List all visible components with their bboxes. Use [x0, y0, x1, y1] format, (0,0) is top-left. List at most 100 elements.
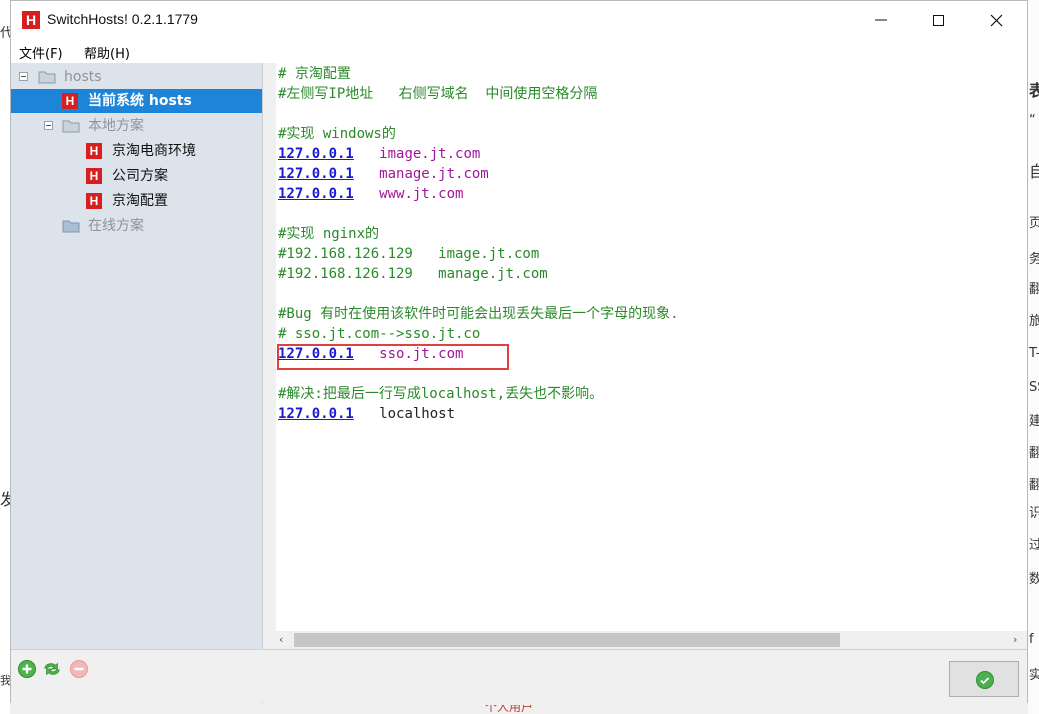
hostname-text: image.jt.com: [379, 146, 481, 162]
hostname-text: manage.jt.com: [379, 166, 489, 182]
hostname-text: sso.jt.com: [379, 346, 464, 362]
bg-text: 表: [1029, 81, 1039, 100]
hosts-h-icon: H: [86, 193, 102, 209]
hosts-line: #解决:把最后一行写成localhost,丢失也不影响。: [278, 384, 603, 404]
hosts-line: #左侧写IP地址 右侧写域名 中间使用空格分隔: [278, 84, 597, 104]
window-title: SwitchHosts! 0.2.1.1779: [47, 11, 198, 27]
bg-text: 代: [0, 26, 10, 41]
background-left-strip: 代 发 我: [0, 0, 10, 714]
apply-button[interactable]: [949, 661, 1019, 697]
tree-node-label: hosts: [64, 69, 102, 85]
folder-icon: [62, 120, 80, 133]
maximize-icon: [933, 15, 944, 26]
comment-text: #解决:把最后一行写成localhost,丢失也不影响。: [278, 386, 604, 402]
ip-address-link[interactable]: 127.0.0.1: [278, 406, 354, 422]
tree-node-label: 京淘电商环境: [112, 143, 196, 159]
minimize-icon: [875, 19, 887, 21]
tree-node-label: 京淘配置: [112, 193, 168, 209]
editor-toolbar: [263, 649, 1027, 705]
bg-text: 我: [0, 674, 10, 687]
bg-text: 旅: [1029, 314, 1039, 329]
bg-text: SS: [1029, 380, 1039, 395]
hosts-h-icon: H: [86, 168, 102, 184]
comment-text: #实现 nginx的: [278, 226, 380, 242]
hosts-line: # sso.jt.com-->sso.jt.co: [278, 324, 480, 344]
remove-icon[interactable]: [69, 659, 89, 679]
bg-text: 翻: [1029, 446, 1039, 461]
tree-node-local-item[interactable]: H 公司方案: [11, 164, 262, 188]
bg-text: 页: [1029, 216, 1039, 231]
close-icon: [990, 14, 1003, 27]
hosts-tree: hosts H 当前系统 hosts 本地方案 H 京淘电商环境 H 公司方案 …: [11, 63, 263, 649]
tree-node-current-system-hosts[interactable]: H 当前系统 hosts: [11, 89, 262, 113]
hosts-line: 127.0.0.1 www.jt.com: [278, 184, 463, 204]
tree-node-local-plans[interactable]: 本地方案: [11, 114, 262, 138]
hosts-line: 127.0.0.1 manage.jt.com: [278, 164, 489, 184]
bg-text: 发: [0, 490, 10, 509]
hosts-line: #Bug 有时在使用该软件时可能会出现丢失最后一个字母的现象.: [278, 304, 679, 324]
collapse-icon[interactable]: [19, 72, 28, 81]
comment-text: # 京淘配置: [278, 66, 351, 82]
folder-icon: [62, 220, 80, 233]
tree-node-label: 本地方案: [88, 118, 144, 134]
tree-node-online-plans[interactable]: 在线方案: [11, 214, 262, 238]
bg-text: 翻: [1029, 478, 1039, 493]
hostname-text: www.jt.com: [379, 186, 464, 202]
horizontal-scrollbar[interactable]: ‹ ›: [276, 631, 1027, 649]
title-bar[interactable]: H SwitchHosts! 0.2.1.1779: [11, 1, 1027, 39]
hosts-h-icon: H: [62, 93, 78, 109]
scroll-left-icon[interactable]: ‹: [279, 634, 291, 646]
hosts-line: 127.0.0.1 localhost: [278, 404, 455, 424]
comment-text: #192.168.126.129 manage.jt.com: [278, 266, 548, 282]
minimize-button[interactable]: [852, 1, 910, 39]
tree-node-hosts-root[interactable]: hosts: [11, 65, 262, 89]
bg-text: 实: [1029, 668, 1039, 683]
hosts-line: # 京淘配置: [278, 64, 351, 84]
check-icon: [976, 671, 994, 689]
maximize-button[interactable]: [910, 1, 968, 39]
ip-address-link[interactable]: 127.0.0.1: [278, 186, 354, 202]
comment-text: #192.168.126.129 image.jt.com: [278, 246, 540, 262]
ip-address-link[interactable]: 127.0.0.1: [278, 146, 354, 162]
tree-node-label: 公司方案: [112, 168, 168, 184]
ip-address-link[interactable]: 127.0.0.1: [278, 346, 354, 362]
bg-text: T-: [1029, 346, 1039, 361]
bg-text: 数: [1029, 572, 1039, 587]
bg-text: “: [1029, 113, 1036, 128]
hosts-editor[interactable]: # 京淘配置 #左侧写IP地址 右侧写域名 中间使用空格分隔 #实现 windows…: [276, 63, 1027, 631]
hostname-text: localhost: [379, 406, 456, 422]
bg-text: 翻: [1029, 282, 1039, 297]
tree-node-label: 当前系统 hosts: [88, 93, 192, 109]
hosts-line: #实现 windows的: [278, 124, 396, 144]
comment-text: # sso.jt.com-->sso.jt.co: [278, 326, 481, 342]
hosts-line: #实现 nginx的: [278, 224, 379, 244]
app-window: H SwitchHosts! 0.2.1.1779 文件(F) 帮助(H) ho…: [10, 0, 1028, 705]
tree-node-local-item[interactable]: H 京淘电商环境: [11, 139, 262, 163]
bg-text: 务: [1029, 252, 1039, 267]
app-logo-icon: H: [22, 11, 40, 29]
collapse-icon[interactable]: [44, 121, 53, 130]
tree-toolbar: [11, 649, 262, 705]
bg-text: f: [1029, 632, 1034, 647]
background-right-strip: 表 “ 自 页 务 翻 旅 T- SS 建 翻 翻 识 过 数 f 实: [1028, 0, 1039, 714]
add-icon[interactable]: [17, 659, 37, 679]
bg-text: 建: [1029, 414, 1039, 429]
hosts-line: #192.168.126.129 image.jt.com: [278, 244, 539, 264]
menu-help[interactable]: 帮助(H): [84, 43, 130, 62]
comment-text: #左侧写IP地址 右侧写域名 中间使用空格分隔: [278, 86, 598, 102]
scroll-right-icon[interactable]: ›: [1013, 634, 1025, 646]
hosts-line: 127.0.0.1 sso.jt.com: [278, 344, 463, 364]
bg-text: 识: [1029, 506, 1039, 521]
bg-text: 自: [1029, 162, 1039, 181]
hosts-line: 127.0.0.1 image.jt.com: [278, 144, 480, 164]
scrollbar-thumb[interactable]: [294, 633, 840, 647]
hosts-h-icon: H: [86, 143, 102, 159]
close-button[interactable]: [968, 1, 1026, 39]
folder-icon: [38, 71, 56, 84]
ip-address-link[interactable]: 127.0.0.1: [278, 166, 354, 182]
menu-bar: 文件(F) 帮助(H): [11, 39, 1027, 63]
menu-file[interactable]: 文件(F): [19, 43, 63, 62]
refresh-icon[interactable]: [42, 659, 62, 679]
comment-text: #实现 windows的: [278, 126, 396, 142]
tree-node-local-item[interactable]: H 京淘配置: [11, 189, 262, 213]
